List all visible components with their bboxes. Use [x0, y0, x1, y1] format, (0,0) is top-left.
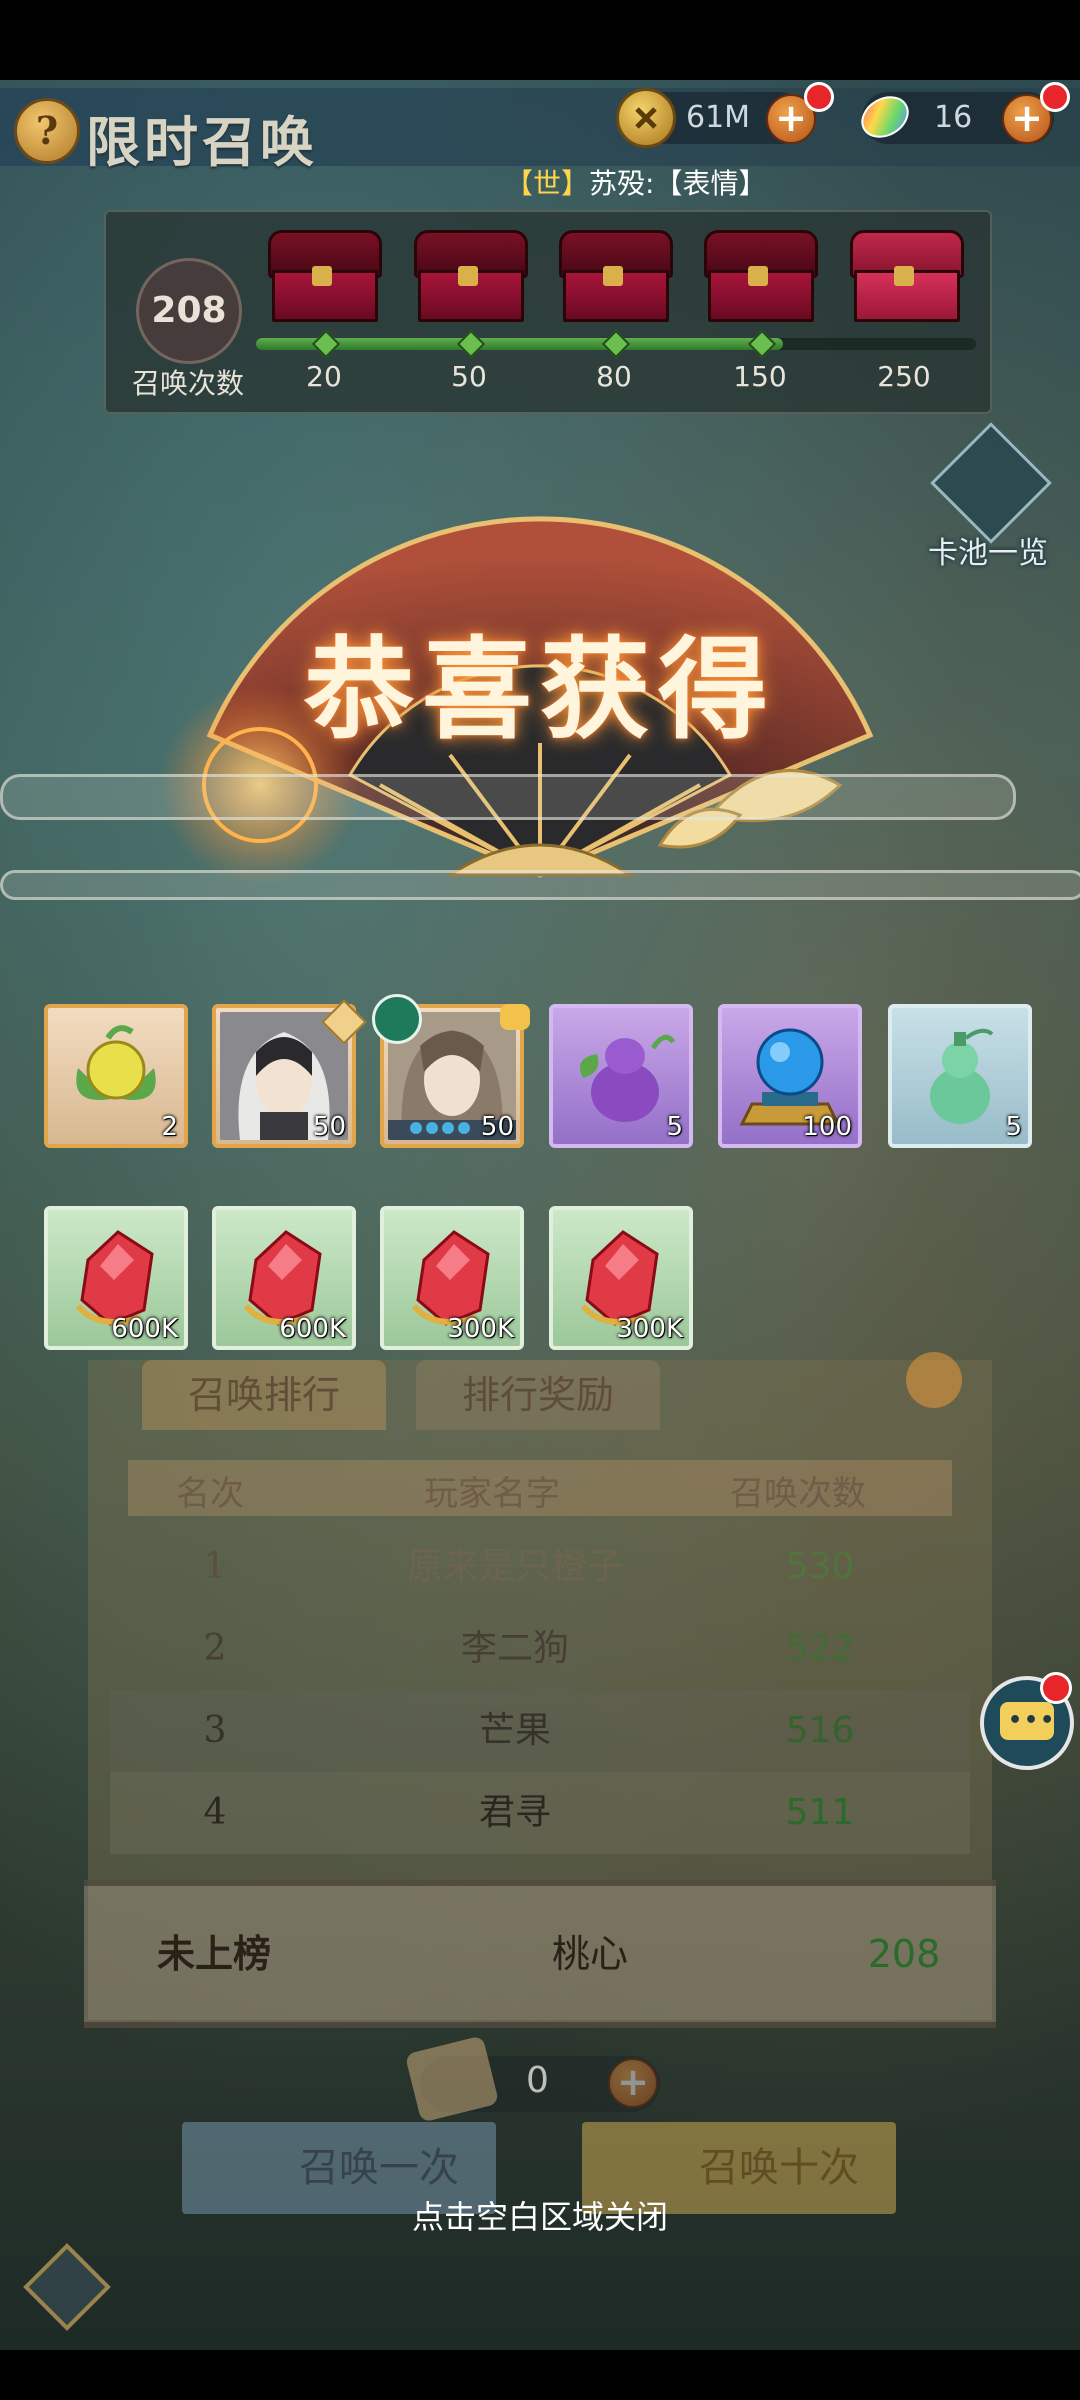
congrats-title: 恭喜获得	[304, 625, 776, 754]
col-count-header: 召唤次数	[730, 1474, 866, 1514]
ranking-row: 2 李二狗 522	[110, 1608, 970, 1690]
cloud-ribbon	[0, 870, 1080, 900]
my-rank: 未上榜	[156, 1931, 271, 1976]
magnifier-icon	[930, 422, 1052, 544]
my-name: 桃心	[551, 1932, 628, 1976]
summon-count-value: 208	[136, 258, 242, 364]
reward-item-purple-gourd[interactable]: 5	[549, 1004, 693, 1148]
diamond-menu-icon	[23, 2243, 111, 2331]
milestone-label: 250	[877, 360, 931, 393]
milestone-label: 150	[733, 360, 787, 393]
reward-item-red-crystal[interactable]: 300K	[380, 1206, 524, 1350]
reward-item-hero-brown-hair[interactable]: 50	[372, 994, 530, 1148]
gem-notification-dot	[1040, 82, 1070, 112]
summon-once-label: 召唤一次	[299, 2145, 459, 2191]
reward-quantity: 2	[161, 1112, 178, 1142]
tab-ranking-rewards[interactable]: 排行奖励	[416, 1360, 660, 1430]
hero-badge-icon	[500, 1004, 530, 1030]
reward-quantity: 300K	[616, 1314, 683, 1344]
reward-item-hero-white-hair[interactable]: 50	[212, 999, 367, 1148]
chat-channel: 【世】	[505, 167, 590, 200]
summon-count: 530	[785, 1546, 855, 1587]
close-hint: 点击空白区域关闭	[411, 2198, 668, 2236]
summon-count: 511	[785, 1792, 855, 1833]
player-name: 芒果	[478, 1710, 551, 1751]
ranking-row: 1 原来是只橙子 530	[110, 1526, 970, 1608]
reward-quantity: 100	[802, 1112, 852, 1142]
player-name: 原来是只橙子	[406, 1546, 623, 1587]
col-rank-header: 名次	[176, 1474, 244, 1514]
milestone-chest-5[interactable]	[850, 224, 964, 322]
milestone-chest-3[interactable]	[559, 224, 673, 322]
rank-number: 3	[203, 1710, 227, 1751]
page-title: 限时召唤	[86, 110, 318, 174]
rainbow-gem-icon	[856, 88, 910, 142]
milestone-chest-2[interactable]	[414, 224, 528, 322]
chat-notification-dot	[1040, 1672, 1072, 1704]
col-player-header: 玩家名字	[424, 1474, 560, 1514]
add-scroll-button[interactable]: +	[608, 2058, 658, 2108]
card-pool-label: 卡池一览	[928, 536, 1048, 571]
summon-ten-label: 召唤十次	[699, 2145, 859, 2191]
reward-item-red-crystal[interactable]: 300K	[549, 1206, 693, 1350]
copper-coin-icon	[616, 88, 676, 148]
menu-corner-button[interactable]	[0, 2230, 150, 2350]
milestone-label: 50	[451, 360, 487, 393]
cloud-ribbon	[0, 774, 1016, 820]
summon-count: 522	[785, 1628, 855, 1669]
rank-number: 4	[203, 1792, 227, 1833]
gem-amount: 16	[934, 100, 973, 135]
refresh-icon[interactable]	[906, 1352, 962, 1408]
coin-notification-dot	[804, 82, 834, 112]
rank-number: 1	[203, 1546, 227, 1587]
wind-element-icon	[372, 994, 422, 1044]
player-name: 李二狗	[460, 1628, 569, 1669]
milestone-label: 20	[306, 360, 342, 393]
navigation-bar	[0, 2350, 1080, 2400]
world-chat-ticker[interactable]: 【世】苏殁:【表情】	[505, 162, 766, 202]
summon-count: 516	[785, 1710, 855, 1751]
reward-item-red-crystal[interactable]: 600K	[44, 1206, 188, 1350]
reward-quantity: 50	[312, 1112, 346, 1142]
player-name: 君寻	[478, 1792, 551, 1833]
reward-item-green-gourd[interactable]: 5	[888, 1004, 1032, 1148]
reward-quantity: 300K	[447, 1314, 514, 1344]
status-bar	[0, 0, 1080, 80]
reward-quantity: 5	[1005, 1112, 1022, 1142]
reward-item-red-crystal[interactable]: 600K	[212, 1206, 356, 1350]
summon-count-label: 召唤次数	[132, 367, 245, 400]
reward-quantity: 5	[666, 1112, 683, 1142]
scroll-count: 0	[526, 2060, 549, 2101]
ranking-row: 3 芒果 516	[110, 1690, 970, 1772]
tab-summon-ranking[interactable]: 召唤排行	[142, 1360, 386, 1430]
chat-message: 苏殁:【表情】	[589, 167, 767, 200]
reward-quantity: 50	[480, 1112, 514, 1142]
help-icon[interactable]: ?	[14, 98, 80, 164]
milestone-label: 80	[596, 360, 632, 393]
reward-item-golden-orb[interactable]: 2	[44, 1004, 188, 1148]
ranking-row: 4 君寻 511	[110, 1772, 970, 1854]
reward-item-blue-sphere[interactable]: 100	[718, 1004, 862, 1148]
my-count: 208	[867, 1932, 941, 1976]
rank-number: 2	[203, 1628, 227, 1669]
reward-quantity: 600K	[279, 1314, 346, 1344]
coin-amount: 61M	[686, 100, 751, 135]
my-ranking-row: 未上榜 桃心 208	[84, 1880, 996, 2028]
milestone-chest-1[interactable]	[268, 224, 382, 322]
milestone-chest-4[interactable]	[704, 224, 818, 322]
reward-quantity: 600K	[111, 1314, 178, 1344]
